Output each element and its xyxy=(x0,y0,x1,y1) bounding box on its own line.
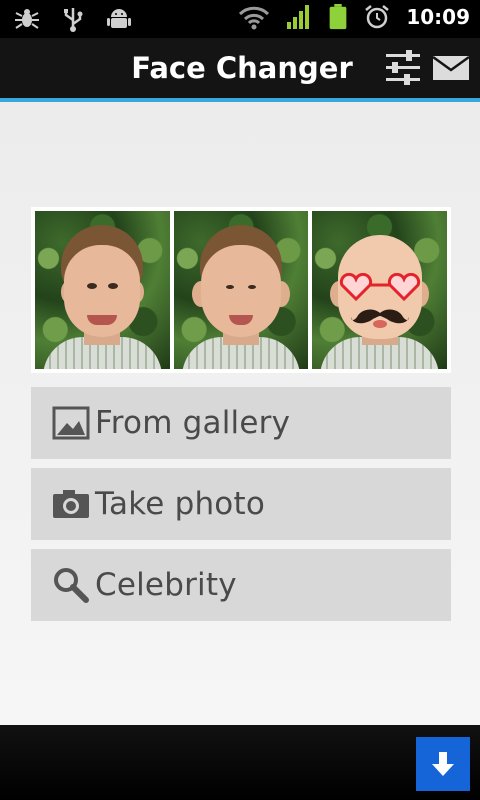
signal-icon xyxy=(287,5,310,29)
celebrity-label: Celebrity xyxy=(95,567,237,603)
camera-icon xyxy=(53,490,89,518)
preview-photo-morphed xyxy=(173,211,309,369)
battery-icon xyxy=(329,4,347,30)
settings-sliders-icon xyxy=(386,50,420,85)
preview-photo-strip xyxy=(31,207,451,373)
notification-icons xyxy=(14,6,132,32)
download-arrow-icon xyxy=(432,752,454,776)
bottom-bar xyxy=(0,725,480,800)
take-photo-button[interactable]: Take photo xyxy=(31,468,451,540)
bug-icon xyxy=(15,9,39,29)
preview-photo-funny xyxy=(312,211,448,369)
from-gallery-button[interactable]: From gallery xyxy=(31,387,451,459)
android-icon xyxy=(107,9,131,28)
search-magnifier-icon xyxy=(54,568,89,603)
usb-icon xyxy=(64,8,83,32)
from-gallery-label: From gallery xyxy=(95,405,291,441)
settings-button[interactable] xyxy=(382,48,424,88)
app-title: Face Changer xyxy=(131,51,353,85)
celebrity-button[interactable]: Celebrity xyxy=(31,549,451,621)
heart-glasses-icon xyxy=(339,273,420,301)
download-button[interactable] xyxy=(416,737,470,791)
status-bar: 10:09 xyxy=(0,0,480,38)
gallery-image-icon xyxy=(52,406,90,440)
mustache-icon xyxy=(350,309,409,328)
mail-button[interactable] xyxy=(430,48,472,88)
main-content: From gallery Take photo Celebrity xyxy=(0,102,480,725)
mail-icon xyxy=(432,55,470,80)
action-bar: Face Changer xyxy=(0,38,480,98)
clock-time: 10:09 xyxy=(406,5,470,29)
alarm-icon xyxy=(365,5,390,29)
take-photo-label: Take photo xyxy=(95,486,265,522)
system-status-icons: 10:09 xyxy=(238,4,470,30)
preview-photo-original xyxy=(35,211,170,369)
wifi-icon xyxy=(239,6,270,30)
